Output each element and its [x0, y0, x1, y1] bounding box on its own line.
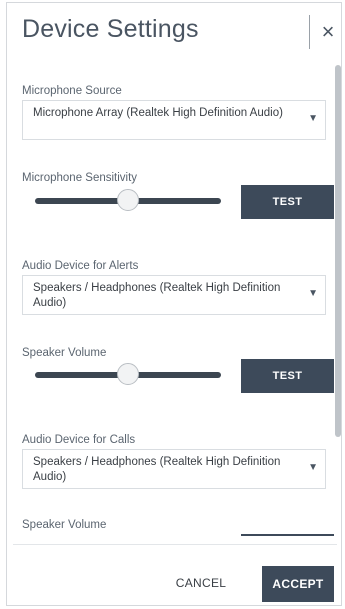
calls-device-label: Audio Device for Calls: [22, 434, 136, 446]
slider-thumb[interactable]: [117, 189, 139, 211]
calls-volume-label: Speaker Volume: [22, 519, 107, 531]
alerts-device-select[interactable]: Speakers / Headphones (Realtek High Defi…: [22, 275, 326, 315]
footer-divider: [13, 544, 337, 545]
microphone-source-label: Microphone Source: [22, 85, 122, 97]
microphone-sensitivity-label: Microphone Sensitivity: [22, 172, 138, 184]
dialog-title: Device Settings: [22, 15, 199, 43]
accept-button[interactable]: ACCEPT: [262, 566, 334, 602]
scrollbar[interactable]: [335, 65, 341, 543]
chevron-down-icon: ▼: [308, 288, 318, 299]
calls-device-value: Speakers / Headphones (Realtek High Defi…: [33, 456, 281, 483]
microphone-test-button[interactable]: TEST: [241, 185, 334, 219]
alerts-volume-label: Speaker Volume: [22, 347, 107, 359]
calls-device-select[interactable]: Speakers / Headphones (Realtek High Defi…: [22, 449, 326, 489]
alerts-device-label: Audio Device for Alerts: [22, 260, 139, 272]
chevron-down-icon: ▼: [308, 113, 318, 124]
alerts-device-value: Speakers / Headphones (Realtek High Defi…: [33, 282, 281, 309]
cancel-button[interactable]: CANCEL: [155, 568, 247, 598]
microphone-source-value: Microphone Array (Realtek High Definitio…: [33, 107, 283, 119]
slider-thumb[interactable]: [117, 363, 139, 385]
close-icon[interactable]: ×: [316, 15, 340, 49]
microphone-sensitivity-slider[interactable]: [35, 189, 221, 213]
device-settings-dialog: Device Settings × Microphone Source Micr…: [6, 2, 342, 606]
chevron-down-icon: ▼: [308, 462, 318, 473]
calls-test-button-partial[interactable]: [241, 534, 334, 536]
alerts-volume-slider[interactable]: [35, 363, 221, 387]
title-divider: [309, 15, 310, 49]
alerts-test-button[interactable]: TEST: [241, 359, 334, 393]
microphone-source-select[interactable]: Microphone Array (Realtek High Definitio…: [22, 100, 326, 140]
scrollbar-thumb[interactable]: [335, 65, 341, 437]
